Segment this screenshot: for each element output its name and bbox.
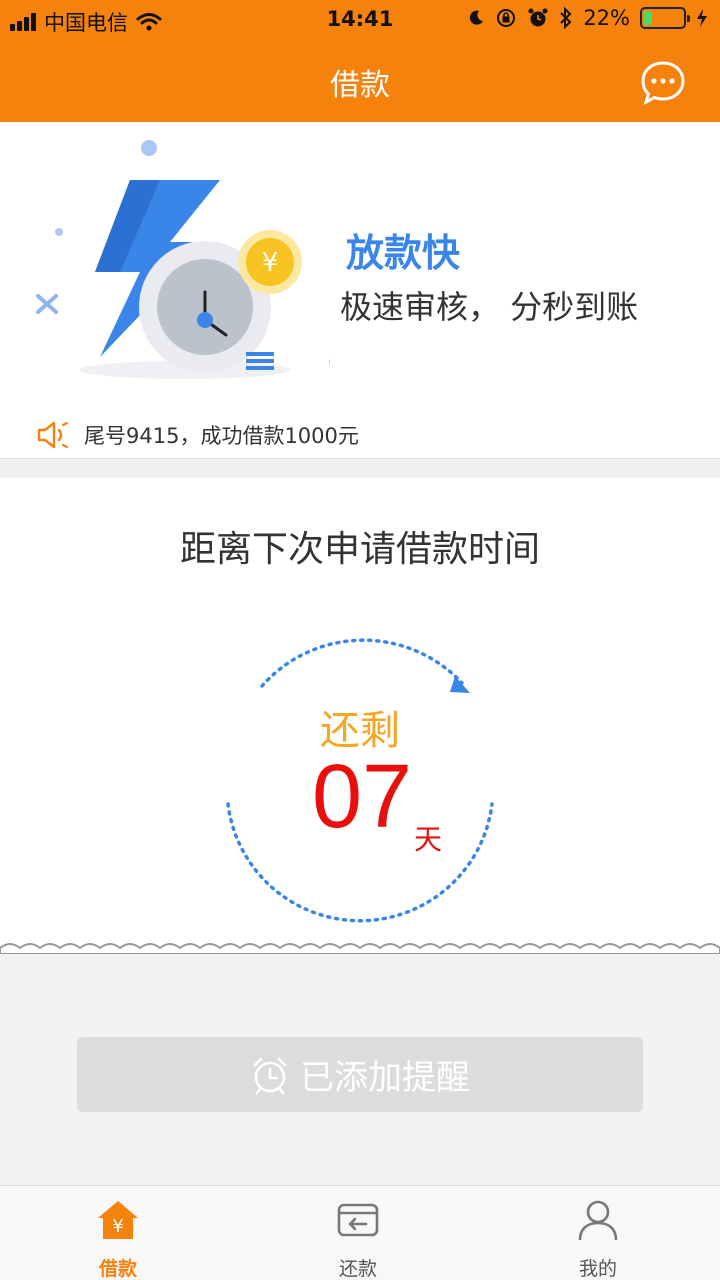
promo-subtitle: 极速审核， 分秒到账 <box>340 288 639 326</box>
tab-bar: ¥ 借款 还款 我的 <box>0 1185 720 1280</box>
top-bar: 中国电信 14:41 22% 借款 <box>0 0 720 122</box>
section-divider <box>0 458 720 478</box>
alarm-icon <box>528 8 548 27</box>
wavy-edge <box>0 940 720 962</box>
tab-mine[interactable]: 我的 <box>538 1186 658 1280</box>
notice-text: 尾号9415，成功借款1000元 <box>84 424 359 448</box>
svg-text:¥: ¥ <box>112 1216 123 1237</box>
speaker-icon <box>37 421 69 449</box>
home-yen-icon: ¥ <box>98 1201 138 1239</box>
tab-label: 借款 <box>98 1258 137 1280</box>
tab-loan[interactable]: ¥ 借款 <box>58 1186 178 1280</box>
charging-icon <box>697 9 707 27</box>
chat-bubble-icon[interactable] <box>640 60 686 106</box>
page-title: 借款 <box>330 68 390 103</box>
status-right: 22% <box>467 6 708 30</box>
battery-icon <box>640 7 690 29</box>
rotation-lock-icon <box>497 9 516 27</box>
card-return-icon <box>337 1203 379 1237</box>
battery-fill <box>644 11 653 25</box>
fast-loan-illustration: ¥ <box>36 140 330 379</box>
countdown-value: 07 <box>312 747 413 847</box>
loan-notice: 尾号9415，成功借款1000元 <box>36 420 359 450</box>
bluetooth-icon <box>560 7 572 29</box>
battery-percent: 22% <box>583 6 630 30</box>
tab-label: 我的 <box>578 1258 617 1280</box>
person-icon <box>578 1200 618 1241</box>
tab-label: 还款 <box>338 1258 377 1280</box>
alarm-clock-icon <box>253 1057 287 1094</box>
reminder-label: 已添加提醒 <box>300 1059 470 1097</box>
add-reminder-button[interactable]: 已添加提醒 <box>77 1037 643 1112</box>
status-bar: 中国电信 14:41 22% <box>0 0 720 40</box>
countdown-card: 距离下次申请借款时间 还剩 07 天 <box>0 478 720 948</box>
promo-banner[interactable]: ¥ 放款快 极速审核， 分秒到账 尾号9415，成功借款1000元 <box>0 122 720 460</box>
moon-icon <box>470 10 484 25</box>
countdown-unit: 天 <box>414 823 443 856</box>
tab-repay[interactable]: 还款 <box>298 1186 418 1280</box>
promo-title: 放款快 <box>346 231 461 275</box>
yen-symbol: ¥ <box>262 248 279 278</box>
